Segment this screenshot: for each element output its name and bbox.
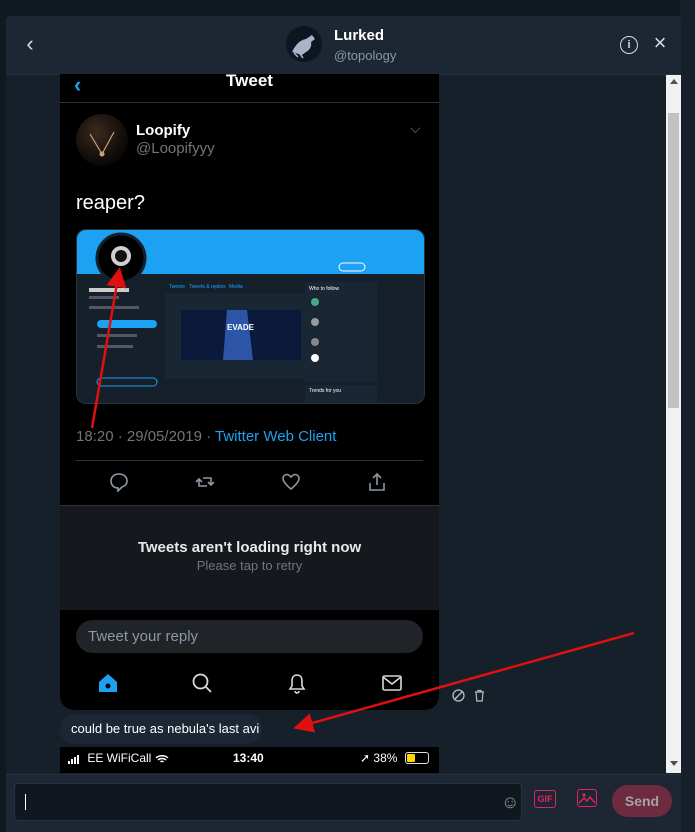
- error-title: Tweets aren't loading right now: [137, 539, 362, 556]
- embedded-tab-tweets: Tweets: [169, 284, 185, 290]
- attached-screenshot[interactable]: ‹ Tweet Loopify @Loopifyyy ⌵ reaper? Twe…: [60, 74, 439, 710]
- avatar: [286, 26, 322, 62]
- error-subtitle: Please tap to retry: [196, 558, 303, 573]
- battery-icon: [405, 752, 429, 764]
- scroll-up-arrow[interactable]: [670, 79, 678, 84]
- attached-screenshot-2[interactable]: EE WiFiCall 13:40 ➚ 38%: [60, 747, 439, 773]
- chevron-down-icon: ⌵: [410, 120, 421, 136]
- info-icon[interactable]: i: [620, 36, 638, 54]
- close-icon[interactable]: ×: [648, 31, 672, 55]
- conversation-title: Lurked: [334, 27, 385, 44]
- phone-carrier: EE WiFiCall: [68, 751, 169, 765]
- author-name: Loopify: [136, 122, 191, 139]
- image-upload-button[interactable]: [577, 789, 597, 807]
- conversation-header: ‹ Lurked @topology i ×: [6, 16, 681, 75]
- dm-conversation-modal: ‹ Lurked @topology i × ‹ Tweet Loopify @…: [6, 16, 681, 832]
- message-composer: ☺ GIF Send: [6, 774, 681, 832]
- phone-clock: 13:40: [233, 751, 264, 765]
- phone-battery: ➚ 38%: [360, 751, 397, 765]
- share-icon: [365, 472, 389, 496]
- home-icon: [94, 671, 122, 699]
- search-icon: [188, 671, 216, 699]
- back-button[interactable]: ‹: [18, 32, 42, 56]
- tweet-actions: [60, 472, 439, 496]
- tweet-meta: 18:20 · 29/05/2019 · Twitter Web Client: [76, 428, 336, 445]
- reply-input: Tweet your reply: [76, 620, 423, 653]
- send-button[interactable]: Send: [612, 785, 672, 817]
- scrollbar-thumb[interactable]: [668, 113, 679, 408]
- heart-icon: [279, 472, 303, 496]
- tweet-text: reaper?: [76, 192, 145, 214]
- battery-percent: 38%: [373, 751, 398, 765]
- tweet-timestamp: 18:20 · 29/05/2019 ·: [76, 428, 215, 445]
- embedded-trends: Trends for you: [309, 388, 341, 394]
- phone-bottom-nav: [60, 671, 439, 699]
- tweet-media-image: Tweets Tweets & replies Media EVADE Who …: [76, 229, 425, 404]
- background-right-edge: [680, 0, 695, 832]
- embedded-banner-text: EVADE: [227, 323, 255, 332]
- message-input[interactable]: ☺: [14, 783, 522, 821]
- screenshot-topbar: ‹ Tweet: [60, 74, 439, 103]
- conversation-handle: @topology: [334, 48, 397, 63]
- text-cursor: [25, 794, 26, 810]
- reply-icon: [107, 472, 131, 496]
- author-handle: @Loopifyyy: [136, 140, 215, 157]
- tweet-client-link: Twitter Web Client: [215, 428, 337, 445]
- mail-icon: [378, 671, 406, 699]
- carrier-label: EE WiFiCall: [87, 751, 152, 765]
- screenshot-title: Tweet: [226, 74, 273, 90]
- embedded-tab-media: Media: [229, 284, 243, 290]
- reply-placeholder: Tweet your reply: [88, 628, 199, 645]
- emoji-icon[interactable]: ☺: [501, 792, 519, 813]
- author-avatar: [76, 114, 128, 166]
- battery-level: [407, 754, 415, 762]
- message-bubble: could be true as nebula's last avi: [60, 714, 262, 744]
- divider: [76, 460, 423, 461]
- report-icon[interactable]: [451, 689, 465, 703]
- message-text: could be true as nebula's last avi: [71, 721, 260, 736]
- trash-icon[interactable]: [472, 689, 486, 703]
- gif-button[interactable]: GIF: [534, 790, 556, 808]
- wifi-icon: [155, 754, 169, 763]
- image-icon: [578, 793, 596, 804]
- retweet-icon: [193, 472, 217, 496]
- location-arrow-icon: ➚: [360, 751, 371, 765]
- bell-icon: [283, 671, 311, 699]
- embedded-who-to-follow: Who to follow: [309, 286, 339, 292]
- scroll-down-arrow[interactable]: [670, 761, 678, 766]
- embedded-tab-replies: Tweets & replies: [189, 284, 226, 290]
- scrollbar[interactable]: [666, 75, 681, 773]
